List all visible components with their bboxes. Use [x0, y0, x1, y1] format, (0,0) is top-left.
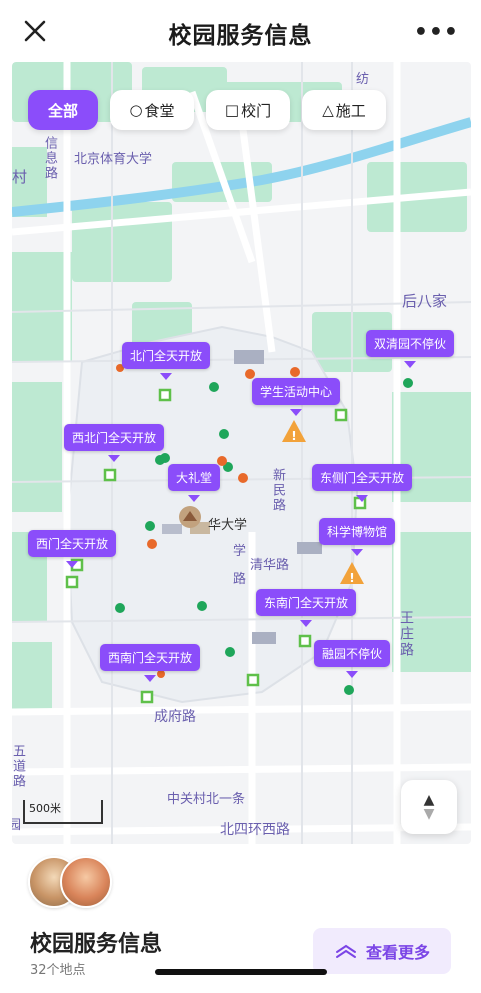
tag-north-gate[interactable]: 北门全天开放 [122, 342, 211, 380]
filter-canteen-label: 食堂 [144, 101, 175, 120]
map-base: ! ! [12, 62, 471, 844]
filter-all-label: 全部 [47, 101, 78, 120]
avatar-group [28, 856, 118, 908]
tag-auditorium[interactable]: 大礼堂 [168, 464, 221, 502]
page-title: 校园服务信息 [168, 23, 313, 49]
scale-label: 500米 [29, 802, 61, 815]
avatar [60, 856, 112, 908]
north-arrow-icon: ▲ [423, 792, 435, 808]
map-label-lu: 路 [233, 572, 247, 587]
tag-student-center[interactable]: 学生活动中心 [252, 378, 341, 416]
campus-map[interactable]: ! ! 北京体育大学 信息路 村 纺 后八家 新民路 华大学 学 清华路 路 王… [12, 62, 471, 844]
map-label-wangzhuang-road: 王庄路 [398, 610, 414, 658]
filter-gate-chip[interactable]: □ 校门 [206, 90, 290, 130]
svg-text:!: ! [291, 429, 296, 443]
map-label-fang: 纺 [356, 72, 370, 87]
tag-southeast-gate[interactable]: 东南门全天开放 [256, 589, 357, 627]
filter-bar: 全部 ○ 食堂 □ 校门 △ 施工 [28, 90, 386, 130]
see-more-button[interactable]: 查看更多 [313, 928, 451, 974]
map-label-zhongguancun: 中关村北一条 [167, 792, 246, 807]
tag-shuangqing-canteen[interactable]: 双清园不停伙 [366, 330, 455, 368]
map-label-yuan: 园 [12, 818, 22, 833]
location-count: 32个地点 [30, 963, 86, 978]
map-label-xinxi-road: 信息路 [42, 136, 57, 181]
top-bar: 校园服务信息 ••• [0, 0, 481, 62]
map-label-wudao-road: 五道路 [12, 744, 25, 789]
chevron-up-icon [335, 944, 356, 958]
triangle-icon: △ [322, 101, 334, 119]
scale-bar: 500米 [23, 800, 103, 824]
see-more-label: 查看更多 [365, 943, 430, 962]
tag-rongyuan-canteen[interactable]: 融园不停伙 [314, 640, 391, 678]
compass-button[interactable]: ▲ ▼ [401, 780, 457, 834]
home-indicator [155, 969, 327, 975]
tag-east-gate[interactable]: 东侧门全天开放 [312, 464, 413, 502]
tag-northwest-gate[interactable]: 西北门全天开放 [64, 424, 165, 462]
map-label-tsinghua-university: 华大学 [208, 518, 248, 533]
filter-gate-label: 校门 [241, 101, 272, 120]
map-label-houbajia: 后八家 [402, 292, 448, 310]
map-label-chengfu-road: 成府路 [154, 709, 196, 725]
service-name: 校园服务信息 [30, 932, 163, 957]
map-label-xinmin-road: 新民路 [270, 468, 285, 513]
circle-icon: ○ [129, 101, 143, 119]
map-label-xue: 学 [233, 544, 247, 559]
tag-west-gate[interactable]: 西门全天开放 [28, 530, 117, 568]
filter-canteen-chip[interactable]: ○ 食堂 [110, 90, 194, 130]
filter-all-chip[interactable]: 全部 [28, 90, 98, 130]
tag-southwest-gate[interactable]: 西南门全天开放 [100, 644, 201, 682]
south-arrow-icon: ▼ [423, 806, 435, 822]
tag-science-museum[interactable]: 科学博物馆 [319, 518, 396, 556]
map-label-cun: 村 [12, 168, 28, 186]
more-menu-icon[interactable]: ••• [414, 20, 459, 45]
filter-construction-chip[interactable]: △ 施工 [302, 90, 386, 130]
svg-text:!: ! [349, 571, 354, 585]
map-label-beisihuan-west-road: 北四环西路 [220, 822, 290, 838]
map-label-beijing-sport-university: 北京体育大学 [74, 152, 153, 167]
filter-construction-label: 施工 [335, 101, 366, 120]
square-icon: □ [224, 101, 240, 119]
map-label-qinghua-road: 清华路 [250, 558, 290, 573]
